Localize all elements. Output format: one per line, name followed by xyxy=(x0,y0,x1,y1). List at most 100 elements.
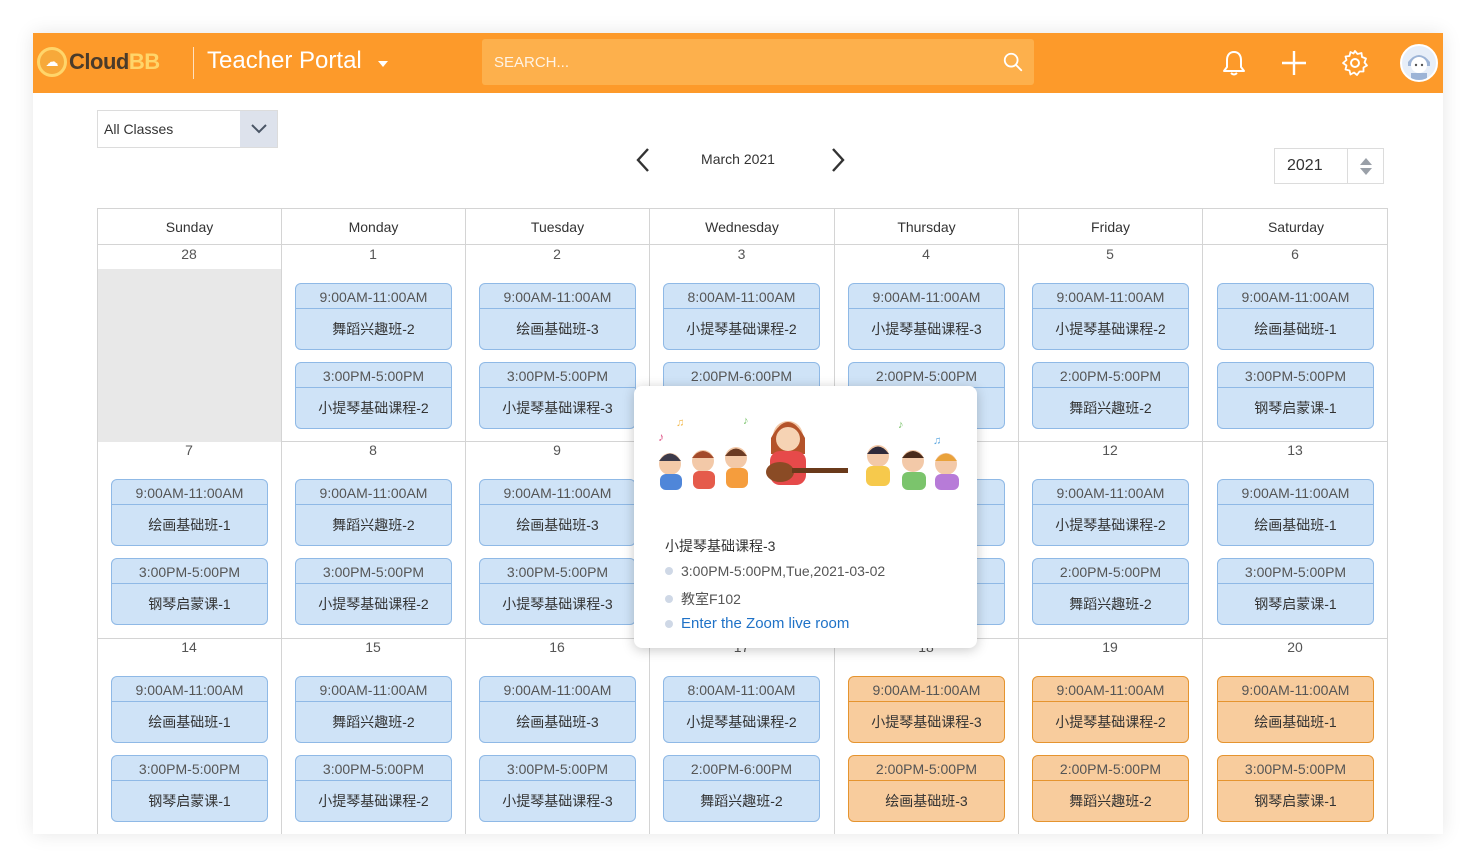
event-time: 8:00AM-11:00AM xyxy=(664,677,819,702)
event-time: 9:00AM-11:00AM xyxy=(480,480,635,505)
weekday-saturday: Saturday xyxy=(1267,219,1325,235)
zoom-live-room-link[interactable]: Enter the Zoom live room xyxy=(665,615,849,632)
event-card[interactable]: 9:00AM-11:00AM 绘画基础班-1 xyxy=(111,676,268,743)
gear-icon[interactable] xyxy=(1339,47,1371,79)
event-time: 3:00PM-5:00PM xyxy=(296,559,451,584)
day-number: 9 xyxy=(553,442,561,458)
avatar[interactable] xyxy=(1400,44,1438,82)
event-class-name: 小提琴基础课程-3 xyxy=(871,321,982,337)
event-class-name: 绘画基础班-1 xyxy=(1254,321,1337,337)
day-number: 2 xyxy=(553,246,561,262)
prev-month-button[interactable] xyxy=(631,146,655,174)
event-card[interactable]: 3:00PM-5:00PM 钢琴启蒙课-1 xyxy=(111,755,268,822)
search-icon[interactable] xyxy=(1002,51,1024,73)
event-time: 9:00AM-11:00AM xyxy=(112,480,267,505)
event-card[interactable]: 9:00AM-11:00AM 小提琴基础课程-3 xyxy=(848,676,1005,743)
event-card[interactable]: 3:00PM-5:00PM 小提琴基础课程-2 xyxy=(295,362,452,429)
event-time: 9:00AM-11:00AM xyxy=(296,284,451,309)
grid-line xyxy=(465,245,466,834)
caret-up-icon[interactable] xyxy=(1359,157,1372,165)
event-card[interactable]: 2:00PM-5:00PM 舞蹈兴趣班-2 xyxy=(1032,558,1189,625)
logo-circle-icon: ☁ xyxy=(37,47,67,77)
event-card[interactable]: 3:00PM-5:00PM 钢琴启蒙课-1 xyxy=(1217,362,1374,429)
popover-room: 教室F102 xyxy=(681,591,741,607)
event-class-name: 绘画基础班-1 xyxy=(1254,517,1337,533)
event-time: 2:00PM-6:00PM xyxy=(664,363,819,388)
event-class-name: 舞蹈兴趣班-2 xyxy=(1069,793,1152,809)
bullet-dot-icon xyxy=(665,567,673,575)
class-filter-select[interactable]: All Classes xyxy=(97,110,278,148)
year-spinner[interactable] xyxy=(1347,149,1383,183)
event-card[interactable]: 9:00AM-11:00AM 绘画基础班-3 xyxy=(479,479,636,546)
caret-down-icon[interactable] xyxy=(1359,167,1372,175)
plus-icon[interactable] xyxy=(1278,47,1310,79)
day-number: 6 xyxy=(1291,246,1299,262)
event-class-name: 绘画基础班-3 xyxy=(516,714,599,730)
event-card[interactable]: 3:00PM-5:00PM 小提琴基础课程-3 xyxy=(479,558,636,625)
event-class-name: 小提琴基础课程-3 xyxy=(871,714,982,730)
zoom-link-text: Enter the Zoom live room xyxy=(681,615,850,632)
weekday-thursday: Thursday xyxy=(835,209,1019,244)
popover-room-row: 教室F102 xyxy=(665,589,741,609)
event-card[interactable]: 9:00AM-11:00AM 绘画基础班-1 xyxy=(111,479,268,546)
event-card[interactable]: 9:00AM-11:00AM 绘画基础班-1 xyxy=(1217,283,1374,350)
event-card[interactable]: 3:00PM-5:00PM 钢琴启蒙课-1 xyxy=(1217,755,1374,822)
portal-switcher[interactable]: Teacher Portal xyxy=(207,47,388,75)
event-time: 3:00PM-5:00PM xyxy=(1218,756,1373,781)
event-card[interactable]: 3:00PM-5:00PM 钢琴启蒙课-1 xyxy=(1217,558,1374,625)
event-card[interactable]: 9:00AM-11:00AM 绘画基础班-3 xyxy=(479,676,636,743)
weekday-tuesday: Tuesday xyxy=(466,209,650,244)
event-card[interactable]: 3:00PM-5:00PM 小提琴基础课程-2 xyxy=(295,755,452,822)
year-value: 2021 xyxy=(1287,157,1323,174)
event-card[interactable]: 9:00AM-11:00AM 小提琴基础课程-2 xyxy=(1032,479,1189,546)
svg-text:♪: ♪ xyxy=(898,419,904,431)
class-filter-value: All Classes xyxy=(104,121,174,137)
event-time: 3:00PM-5:00PM xyxy=(1218,363,1373,388)
event-card[interactable]: 9:00AM-11:00AM 舞蹈兴趣班-2 xyxy=(295,676,452,743)
event-card[interactable]: 9:00AM-11:00AM 小提琴基础课程-2 xyxy=(1032,676,1189,743)
next-month-button[interactable] xyxy=(826,146,850,174)
event-class-name: 小提琴基础课程-2 xyxy=(318,793,429,809)
event-card[interactable]: 9:00AM-11:00AM 小提琴基础课程-2 xyxy=(1032,283,1189,350)
event-card[interactable]: 2:00PM-5:00PM 舞蹈兴趣班-2 xyxy=(1032,755,1189,822)
event-card[interactable]: 9:00AM-11:00AM 小提琴基础课程-3 xyxy=(848,283,1005,350)
event-card[interactable]: 9:00AM-11:00AM 绘画基础班-1 xyxy=(1217,676,1374,743)
event-card[interactable]: 9:00AM-11:00AM 绘画基础班-3 xyxy=(479,283,636,350)
grid-line xyxy=(281,245,282,834)
event-card[interactable]: 2:00PM-5:00PM 绘画基础班-3 xyxy=(848,755,1005,822)
event-card[interactable]: 3:00PM-5:00PM 小提琴基础课程-3 xyxy=(479,755,636,822)
event-card[interactable]: 9:00AM-11:00AM 绘画基础班-1 xyxy=(1217,479,1374,546)
event-card[interactable]: 3:00PM-5:00PM 小提琴基础课程-2 xyxy=(295,558,452,625)
event-card[interactable]: 9:00AM-11:00AM 舞蹈兴趣班-2 xyxy=(295,283,452,350)
search-input[interactable] xyxy=(482,39,992,85)
logo-text-bb: BB xyxy=(128,49,160,74)
children-music-illustration: ♪ ♫ ♪ ♪ ♫ xyxy=(658,415,959,490)
event-class-name: 绘画基础班-1 xyxy=(148,714,231,730)
event-card[interactable]: 8:00AM-11:00AM 小提琴基础课程-2 xyxy=(663,283,820,350)
event-card[interactable]: 9:00AM-11:00AM 舞蹈兴趣班-2 xyxy=(295,479,452,546)
event-card[interactable]: 2:00PM-6:00PM 舞蹈兴趣班-2 xyxy=(663,755,820,822)
event-class-name: 小提琴基础课程-2 xyxy=(1055,714,1166,730)
chevron-left-icon xyxy=(636,148,649,172)
year-stepper[interactable]: 2021 xyxy=(1274,148,1384,184)
day-number: 20 xyxy=(1287,639,1303,655)
logo[interactable]: ☁ CloudBB xyxy=(37,45,160,79)
weekday-sunday: Sunday xyxy=(98,209,282,244)
svg-text:♫: ♫ xyxy=(676,417,684,429)
bullet-dot-icon xyxy=(665,619,673,628)
event-card[interactable]: 3:00PM-5:00PM 钢琴启蒙课-1 xyxy=(111,558,268,625)
event-card[interactable]: 3:00PM-5:00PM 小提琴基础课程-3 xyxy=(479,362,636,429)
event-time: 3:00PM-5:00PM xyxy=(296,756,451,781)
day-number: 4 xyxy=(922,246,930,262)
day-number: 7 xyxy=(185,442,193,458)
event-card[interactable]: 2:00PM-5:00PM 舞蹈兴趣班-2 xyxy=(1032,362,1189,429)
chevron-down-icon[interactable] xyxy=(240,111,277,147)
bell-icon[interactable] xyxy=(1218,47,1250,79)
event-card[interactable]: 8:00AM-11:00AM 小提琴基础课程-2 xyxy=(663,676,820,743)
day-number: 14 xyxy=(181,639,197,655)
weekday-wednesday: Wednesday xyxy=(650,209,835,244)
event-class-name: 小提琴基础课程-3 xyxy=(502,596,613,612)
event-class-name: 钢琴启蒙课-1 xyxy=(148,793,231,809)
day-number: 1 xyxy=(369,246,377,262)
event-time: 9:00AM-11:00AM xyxy=(112,677,267,702)
